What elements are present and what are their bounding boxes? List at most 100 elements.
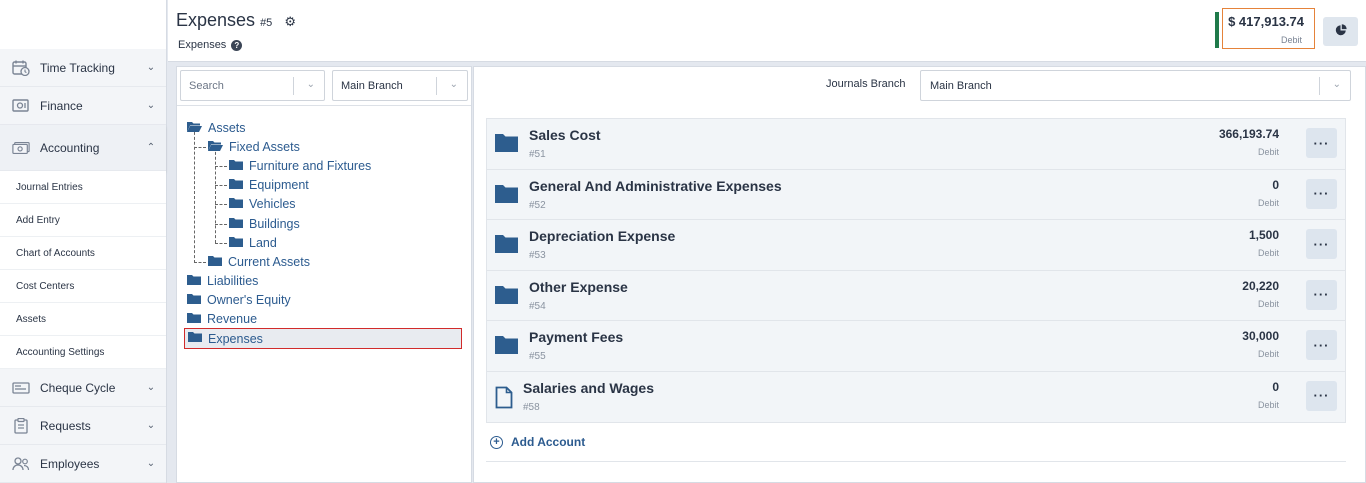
tree-node-label: Buildings <box>249 217 300 231</box>
account-number: #5 <box>260 17 273 29</box>
submenu-accounting-settings[interactable]: Accounting Settings <box>0 336 166 369</box>
calendar-clock-icon <box>12 60 30 76</box>
sidebar-item-label: Cheque Cycle <box>40 380 116 395</box>
journals-branch-select[interactable]: Main Branch ⌄ <box>920 70 1351 101</box>
folder-icon <box>495 133 518 157</box>
sidebar-item-requests[interactable]: Requests ⌄ <box>0 407 166 445</box>
account-row[interactable]: General And Administrative Expenses #52 … <box>487 169 1345 220</box>
tree-connector <box>215 185 227 186</box>
balance-amount: $ 417,913.74 <box>1228 14 1304 29</box>
account-balance-type: Debit <box>1257 298 1279 309</box>
folder-icon <box>495 335 518 359</box>
account-name[interactable]: Sales Cost <box>529 127 601 143</box>
tree-node-fixed-assets[interactable]: Fixed Assets <box>208 138 300 156</box>
account-row[interactable]: Sales Cost #51 366,193.74 Debit ··· <box>487 119 1345 170</box>
select-divider <box>436 77 437 95</box>
submenu-chart-of-accounts[interactable]: Chart of Accounts <box>0 237 166 270</box>
folder-icon <box>229 197 243 212</box>
submenu-assets[interactable]: Assets <box>0 303 166 336</box>
more-options-button[interactable]: ··· <box>1306 128 1337 158</box>
account-code: #58 <box>523 401 540 413</box>
tree-node-assets[interactable]: Assets <box>187 119 246 137</box>
sidebar-item-cheque-cycle[interactable]: Cheque Cycle ⌄ <box>0 369 166 407</box>
submenu-add-entry[interactable]: Add Entry <box>0 204 166 237</box>
search-input[interactable]: Search ⌄ <box>180 70 325 101</box>
folder-icon <box>187 312 201 327</box>
balance-indicator <box>1215 12 1219 48</box>
breadcrumb: Expenses ? <box>178 39 243 51</box>
folder-icon <box>229 217 243 232</box>
tree-node-expenses[interactable]: Expenses <box>184 328 462 349</box>
chevron-down-icon: ⌄ <box>1332 79 1341 90</box>
more-options-button[interactable]: ··· <box>1306 229 1337 259</box>
tree-node-label: Furniture and Fixtures <box>249 159 372 173</box>
sidebar-item-time-tracking[interactable]: Time Tracking ⌄ <box>0 49 166 87</box>
account-balance: 30,000 <box>1242 329 1279 343</box>
folder-icon <box>495 234 518 258</box>
sidebar-item-employees[interactable]: Employees ⌄ <box>0 445 166 483</box>
tree-node-owners-equity[interactable]: Owner's Equity <box>187 291 291 309</box>
more-options-button[interactable]: ··· <box>1306 178 1337 209</box>
account-balance-type: Debit <box>1257 399 1279 410</box>
account-name[interactable]: Payment Fees <box>529 329 623 345</box>
tree-connector <box>215 224 227 225</box>
account-balance-type: Debit <box>1257 248 1279 258</box>
gear-icon[interactable]: ⚙ <box>284 14 296 30</box>
users-icon <box>12 456 30 472</box>
tree-filters: Search ⌄ Main Branch ⌄ <box>177 67 471 106</box>
cheque-icon <box>12 380 30 396</box>
account-name[interactable]: Other Expense <box>529 279 628 295</box>
account-name[interactable]: Salaries and Wages <box>523 380 654 396</box>
sidebar-item-label: Time Tracking <box>40 60 115 75</box>
search-placeholder: Search <box>189 79 224 92</box>
more-options-button[interactable]: ··· <box>1306 380 1337 411</box>
more-options-button[interactable]: ··· <box>1306 330 1337 360</box>
tree-node-furniture[interactable]: Furniture and Fixtures <box>229 157 371 175</box>
tree-node-label: Fixed Assets <box>229 140 300 154</box>
folder-icon <box>187 293 201 308</box>
sidebar: Time Tracking ⌄ Finance ⌄ Accounting ⌃ J… <box>0 0 167 483</box>
chevron-down-icon: ⌄ <box>146 382 156 393</box>
tree-node-buildings[interactable]: Buildings <box>229 215 300 233</box>
sidebar-item-finance[interactable]: Finance ⌄ <box>0 87 166 125</box>
branch-select[interactable]: Main Branch ⌄ <box>332 70 468 101</box>
tree-node-vehicles[interactable]: Vehicles <box>229 195 296 213</box>
tree-node-label: Expenses <box>208 331 263 346</box>
account-balance: 1,500 <box>1248 228 1279 242</box>
account-row[interactable]: Other Expense #54 20,220 Debit ··· <box>487 270 1345 321</box>
account-row[interactable]: Salaries and Wages #58 0 Debit ··· <box>487 371 1345 422</box>
tree-node-land[interactable]: Land <box>229 234 277 252</box>
add-account-label: Add Account <box>511 435 586 449</box>
sidebar-item-accounting[interactable]: Accounting ⌃ <box>0 125 166 171</box>
accounts-tree-panel: Search ⌄ Main Branch ⌄ Assets Fixed Asse… <box>176 66 472 483</box>
account-name[interactable]: General And Administrative Expenses <box>529 178 782 194</box>
help-icon[interactable]: ? <box>231 39 243 51</box>
pie-chart-button[interactable] <box>1323 17 1358 46</box>
submenu-cost-centers[interactable]: Cost Centers <box>0 270 166 303</box>
add-account-button[interactable]: + Add Account <box>490 435 585 449</box>
folder-icon <box>495 184 518 208</box>
account-row[interactable]: Depreciation Expense #53 1,500 Debit ··· <box>487 220 1345 271</box>
sidebar-item-label: Employees <box>40 456 100 471</box>
account-balance-type: Debit <box>1257 197 1279 208</box>
account-balance: 366,193.74 <box>1218 127 1279 141</box>
journals-branch-label: Journals Branch <box>826 78 906 90</box>
folder-open-icon <box>187 121 202 136</box>
tree-connector <box>194 262 206 263</box>
tree-connector <box>215 243 227 244</box>
plus-circle-icon: + <box>490 435 503 449</box>
more-options-button[interactable]: ··· <box>1306 279 1337 310</box>
tree-node-revenue[interactable]: Revenue <box>187 310 257 328</box>
tree-connector <box>215 147 216 243</box>
tree-node-liabilities[interactable]: Liabilities <box>187 272 258 290</box>
submenu-journal-entries[interactable]: Journal Entries <box>0 171 166 204</box>
safe-icon <box>12 98 30 114</box>
account-row[interactable]: Payment Fees #55 30,000 Debit ··· <box>487 321 1345 372</box>
page-header: Expenses #5 ⚙ Expenses ? $ 417,913.74 De… <box>168 0 1366 62</box>
tree-node-label: Liabilities <box>207 274 259 288</box>
tree-node-equipment[interactable]: Equipment <box>229 176 309 194</box>
tree-connector <box>194 147 206 148</box>
account-name[interactable]: Depreciation Expense <box>529 228 675 244</box>
folder-icon <box>208 255 222 270</box>
tree-node-current-assets[interactable]: Current Assets <box>208 253 310 271</box>
